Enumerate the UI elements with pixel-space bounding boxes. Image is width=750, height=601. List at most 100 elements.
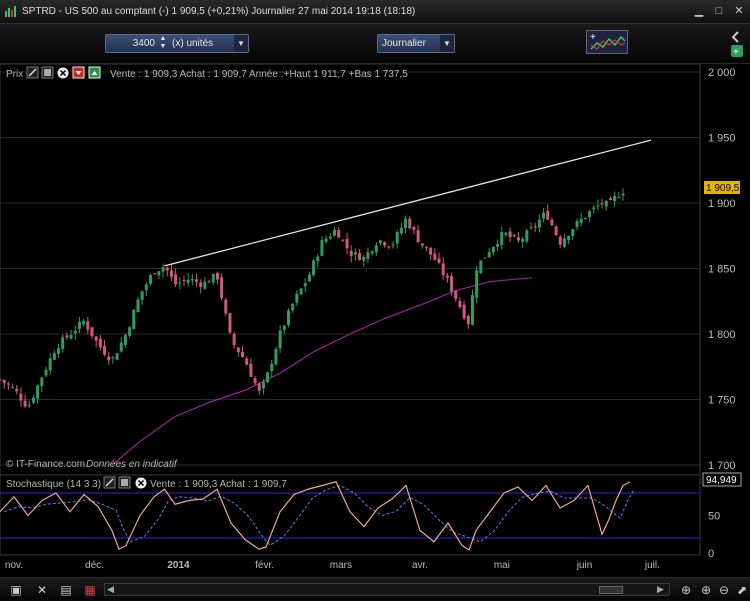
stochastic-value-tag: 94,949: [702, 472, 742, 487]
close-icon[interactable]: [135, 477, 147, 489]
candle-body: [583, 217, 587, 219]
x-tick-label: mars: [330, 560, 352, 571]
candle-body: [249, 363, 253, 377]
stochastic-header: Stochastique (14 3 3) Vente : 1 909,3 Ac…: [6, 476, 287, 490]
window-title: SPTRD - US 500 au comptant (-) 1 909,5 (…: [22, 6, 416, 17]
candle-body: [94, 336, 98, 341]
candle-body: [270, 363, 274, 372]
scroll-thumb[interactable]: [599, 586, 623, 594]
candle-body: [458, 300, 462, 308]
x-tick-label: déc.: [85, 560, 104, 571]
candle-body: [6, 383, 10, 385]
candle-body: [621, 193, 625, 196]
candle-body: [504, 232, 508, 235]
candle-body: [57, 348, 61, 354]
candle-body: [165, 267, 169, 271]
scroll-right-icon[interactable]: ▶: [657, 584, 664, 595]
watermark-note: Données en indicatif: [86, 459, 178, 470]
candle-body: [575, 221, 579, 227]
zoom-in-icon[interactable]: ⊕: [698, 582, 714, 598]
horizontal-scrollbar[interactable]: ◀ ▶: [104, 583, 670, 596]
toolbar: 3400 ▲ ▼ (x) unités ▼ Journalier ▼ + +: [0, 24, 750, 64]
candle-body: [567, 235, 571, 241]
properties-icon[interactable]: [41, 66, 54, 79]
candle-body: [487, 252, 491, 258]
stochastic-label: Stochastique (14 3 3): [6, 479, 101, 490]
candle-body: [483, 257, 487, 259]
candle-body: [257, 383, 261, 391]
y-tick-label: 1 900: [708, 198, 736, 210]
chart-area[interactable]: 2 000 1 950 1 900 1 850 1 800 1 750 1 700 Prix…: [0, 64, 750, 577]
candle-body: [253, 378, 257, 384]
candle-body: [516, 237, 520, 241]
candle-body: [295, 293, 299, 303]
close-icon[interactable]: [57, 67, 69, 79]
candles: [0, 188, 625, 409]
candle-body: [169, 270, 173, 277]
zoom-fit-icon[interactable]: ⊕: [678, 582, 694, 598]
candle-body: [416, 230, 420, 243]
candle-body: [90, 327, 94, 337]
y-tick-label: 1 950: [708, 133, 736, 145]
candle-body: [525, 230, 529, 242]
candle-body: [245, 358, 249, 365]
candle-body: [475, 270, 479, 298]
y-tick-label: 1 750: [708, 395, 736, 407]
price-header-text: Vente : 1 909,3 Achat : 1 909,7 Année :+…: [110, 69, 408, 80]
candle-body: [36, 385, 40, 399]
chevron-down-icon[interactable]: ▼: [234, 35, 248, 52]
candle-body: [533, 226, 537, 228]
maximize-icon[interactable]: □: [712, 4, 726, 18]
candle-body: [15, 388, 19, 392]
indicators-button[interactable]: +: [586, 30, 628, 54]
new-window-icon[interactable]: ▣: [8, 582, 24, 598]
watermark: © IT-Finance.com Données en indicatif: [6, 459, 178, 470]
candle-body: [69, 334, 73, 339]
candle-body: [232, 333, 236, 346]
title-bar: SPTRD - US 500 au comptant (-) 1 909,5 (…: [0, 0, 750, 24]
y-tick-label: 2 000: [708, 67, 736, 79]
moving-average-line: [111, 277, 533, 466]
wrench-icon[interactable]: [26, 66, 39, 79]
candle-body: [508, 231, 512, 238]
period-dropdown[interactable]: Journalier ▼: [377, 34, 455, 53]
candle-body: [358, 253, 362, 261]
candle-body: [157, 271, 161, 276]
candle-body: [103, 345, 107, 355]
properties-icon[interactable]: [118, 476, 131, 489]
zoom-out-icon[interactable]: ⊖: [716, 582, 732, 598]
settings-icon[interactable]: ▦: [82, 582, 98, 598]
price-panel-label: Prix: [6, 69, 23, 80]
candle-body: [613, 195, 617, 202]
candle-body: [203, 281, 207, 289]
quantity-input[interactable]: 3400: [106, 35, 158, 52]
candle-body: [450, 276, 454, 292]
candle-body: [211, 273, 215, 283]
x-tick-label: 2014: [167, 560, 190, 571]
chevron-down-icon[interactable]: ▼: [440, 35, 454, 52]
quantity-spinner-icon[interactable]: ▲ ▼: [158, 35, 168, 52]
candle-body: [512, 235, 516, 237]
move-down-icon[interactable]: [72, 66, 85, 79]
minimize-icon[interactable]: ▁: [692, 4, 706, 18]
candle-body: [420, 243, 424, 246]
candle-body: [412, 227, 416, 230]
candle-body: [73, 330, 77, 334]
side-panel-toggle[interactable]: +: [726, 26, 748, 62]
move-up-icon[interactable]: [88, 66, 101, 79]
candle-body: [349, 250, 353, 256]
scroll-left-icon[interactable]: ◀: [107, 584, 114, 595]
close-icon[interactable]: ✕: [34, 582, 50, 598]
chart-list-icon[interactable]: ▤: [58, 582, 74, 598]
candle-body: [424, 246, 428, 248]
candle-body: [362, 256, 366, 261]
candle-body: [19, 393, 23, 401]
close-window-icon[interactable]: ✕: [732, 4, 746, 18]
candle-body: [328, 236, 332, 239]
units-label[interactable]: (x) unités: [168, 35, 234, 52]
x-tick-label: nov.: [5, 560, 23, 571]
wrench-icon[interactable]: [103, 476, 116, 489]
candle-body: [161, 267, 165, 272]
candle-body: [391, 244, 395, 246]
drawing-icon[interactable]: ⬈: [734, 582, 750, 598]
